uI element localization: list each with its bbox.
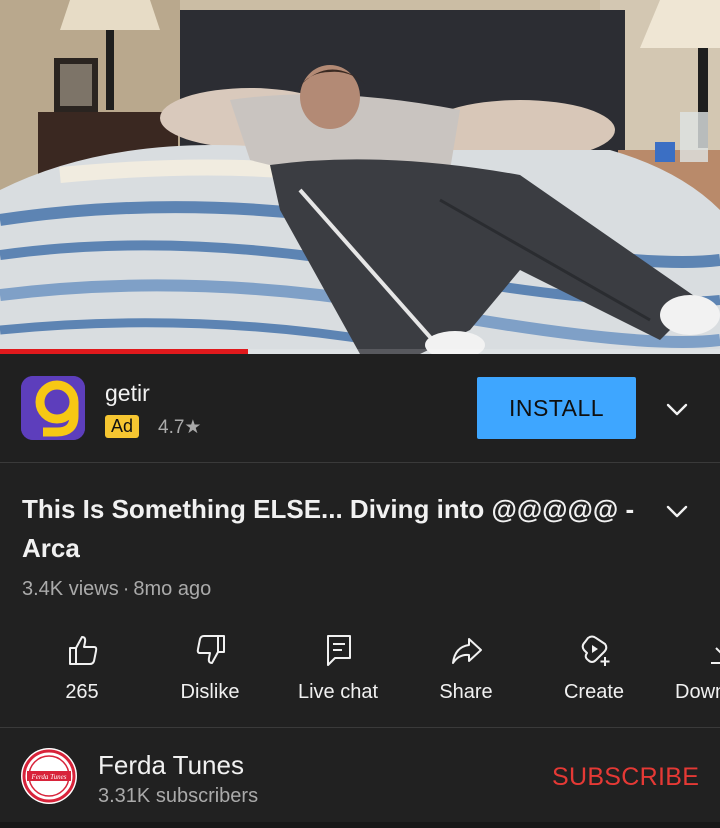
video-frame bbox=[0, 0, 720, 354]
thumbs-down-icon bbox=[196, 635, 225, 664]
divider bbox=[0, 727, 720, 728]
live-chat-label: Live chat bbox=[297, 681, 379, 703]
video-player[interactable] bbox=[0, 0, 720, 354]
video-title[interactable]: This Is Something ELSE... Diving into @@… bbox=[22, 490, 642, 568]
share-label: Share bbox=[439, 681, 493, 703]
share-icon bbox=[452, 638, 482, 664]
meta-separator: · bbox=[122, 578, 130, 600]
download-button[interactable]: Down bbox=[658, 625, 720, 725]
dislike-label: Dislike bbox=[180, 681, 240, 703]
dislike-button[interactable]: Dislike bbox=[146, 625, 274, 725]
ad-expand-chevron-down-icon[interactable] bbox=[663, 395, 691, 423]
download-icon bbox=[711, 647, 720, 664]
download-label: Down bbox=[675, 681, 720, 703]
create-button[interactable]: Create bbox=[530, 625, 658, 725]
subscribe-button[interactable]: SUBSCRIBE bbox=[552, 763, 699, 792]
subscriber-count: 3.31K subscribers bbox=[98, 785, 259, 807]
bottom-edge bbox=[0, 822, 720, 828]
channel-name[interactable]: Ferda Tunes bbox=[98, 750, 244, 781]
ad-app-name[interactable]: getir bbox=[105, 380, 150, 407]
view-count: 3.4K views bbox=[22, 578, 119, 600]
create-icon bbox=[581, 635, 610, 666]
svg-text:Ferda Tunes: Ferda Tunes bbox=[31, 773, 67, 781]
video-meta[interactable]: 3.4K views · 8mo ago bbox=[22, 578, 211, 601]
live-chat-button[interactable]: Live chat bbox=[274, 625, 402, 725]
thumbs-up-icon bbox=[69, 636, 98, 665]
ad-rating: 4.7★ bbox=[158, 417, 202, 438]
live-chat-icon bbox=[327, 635, 351, 666]
ad-badge: Ad bbox=[105, 415, 140, 438]
create-label: Create bbox=[563, 681, 625, 703]
like-button[interactable]: 265 bbox=[18, 625, 146, 725]
channel-avatar[interactable]: Ferda Tunes bbox=[21, 748, 77, 804]
divider bbox=[0, 462, 720, 463]
upload-age: 8mo ago bbox=[133, 578, 212, 600]
getir-logo-icon[interactable] bbox=[21, 376, 85, 440]
action-bar: 265 Dislike Live chat Share Create Down bbox=[0, 625, 720, 725]
like-count: 265 bbox=[65, 681, 99, 703]
install-button[interactable]: INSTALL bbox=[477, 377, 636, 439]
share-button[interactable]: Share bbox=[402, 625, 530, 725]
description-expand-chevron-down-icon[interactable] bbox=[663, 497, 691, 525]
